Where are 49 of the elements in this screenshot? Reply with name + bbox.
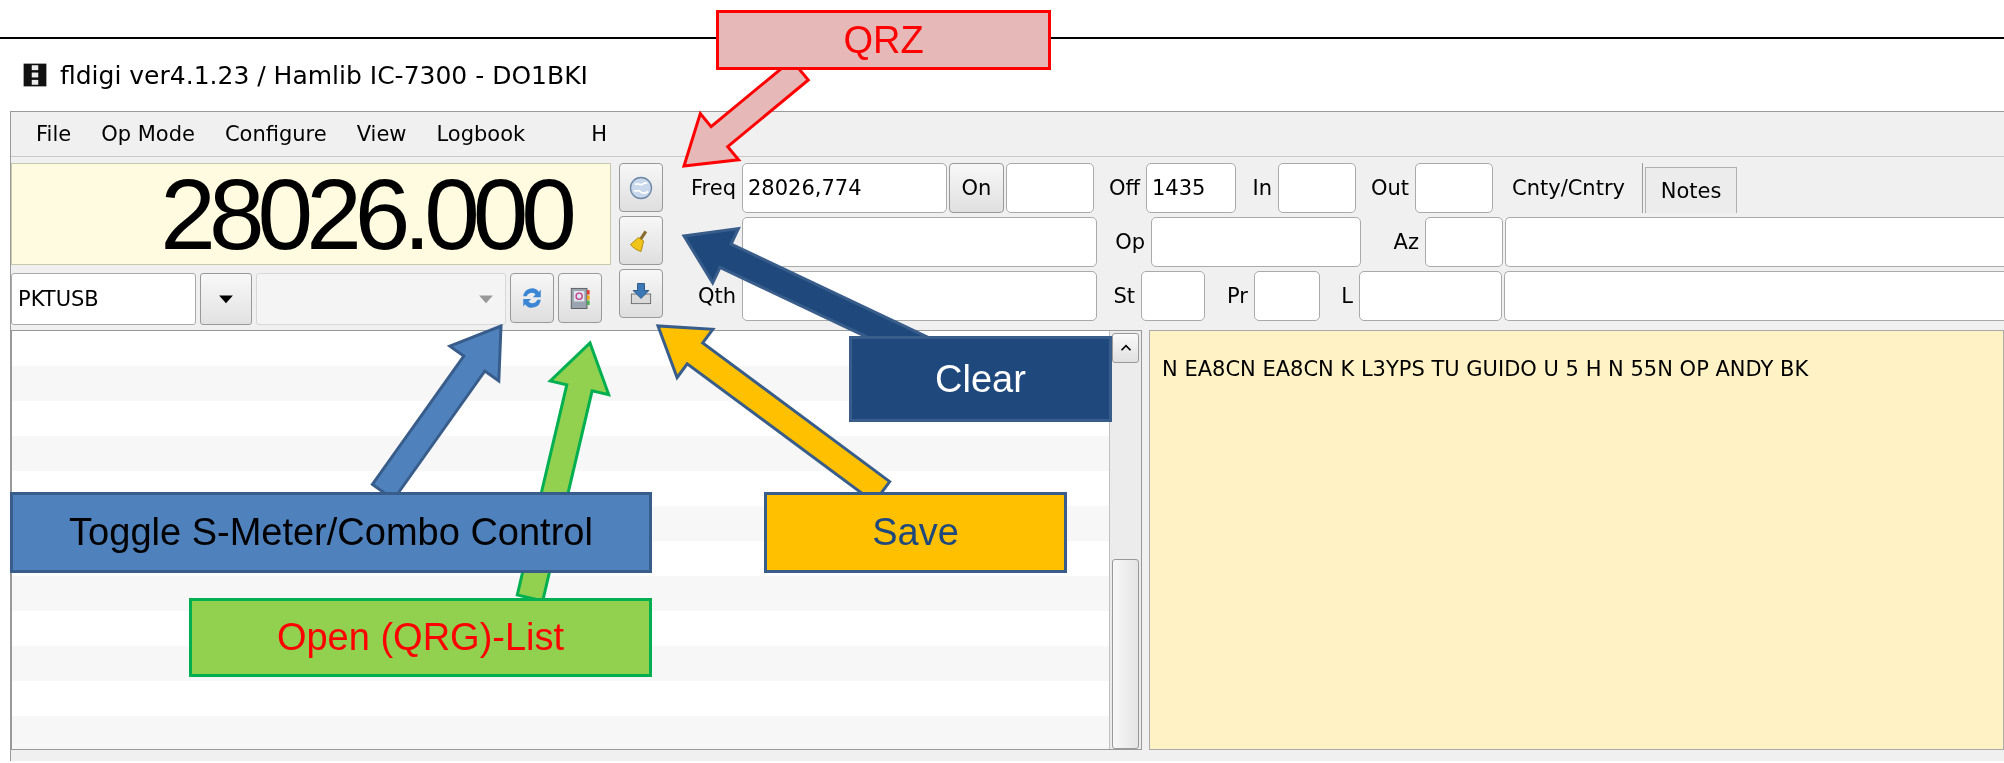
callout: Save [764,492,1067,573]
field-label: L [1340,283,1354,310]
menu-item[interactable]: H [576,122,623,146]
input-field[interactable] [1254,271,1320,321]
callout: Clear [849,336,1112,422]
scrollbar[interactable] [1109,331,1141,749]
input-field[interactable] [1415,163,1493,213]
field-label: Freq [690,175,737,202]
menu-item[interactable]: Logbook [421,122,541,146]
callout: Toggle S-Meter/Combo Control [10,492,652,573]
scroll-up-button[interactable] [1112,333,1139,363]
mode-select[interactable]: PKTUSB [11,273,196,325]
clear-button[interactable] [619,216,663,265]
field-label: Op [1114,229,1146,256]
frequency-display[interactable]: 28026.000 [11,163,611,265]
window-title: fldigi ver4.1.23 / Hamlib IC-7300 - DO1BKI [60,60,588,90]
field-label: In [1251,175,1273,202]
input-field[interactable] [1504,271,2004,321]
input-field[interactable] [1505,217,2004,267]
toggle-button[interactable]: On [949,163,1004,213]
callout: QRZ [716,10,1051,70]
received-text: N EA8CN EA8CN K L3YPS TU GUIDO U 5 H N 55N OP ANDY BK [1162,357,1810,381]
input-field[interactable] [1359,271,1502,321]
input-field[interactable] [742,217,1097,267]
input-field[interactable]: 28026,774 [742,163,947,213]
scroll-thumb[interactable] [1112,559,1139,749]
dropdown-button[interactable] [200,273,252,325]
list-button[interactable] [558,273,602,323]
qrz-button[interactable] [619,163,663,212]
input-field[interactable] [1141,271,1205,321]
field-label: Az [1392,229,1420,256]
toggle-meter-button[interactable] [510,273,554,323]
field-label: St [1112,283,1136,310]
field-label: Out [1369,175,1410,202]
callout: Open (QRG)-List [189,598,652,677]
save-button[interactable] [619,269,663,318]
input-field[interactable] [1151,217,1361,267]
input-field[interactable] [1425,217,1503,267]
input-field[interactable] [1006,163,1094,213]
input-field[interactable]: 1435 [1146,163,1236,213]
field-label: Qth [696,283,737,310]
tab[interactable]: Notes [1645,167,1737,213]
field-label: Off [1108,175,1142,202]
field-label: Pr [1226,283,1249,310]
menu-item[interactable]: View [341,122,422,146]
input-field[interactable] [1278,163,1356,213]
menu-item[interactable]: File [21,122,87,146]
menu-item[interactable]: Configure [209,122,342,146]
menu-item[interactable]: Op Mode [86,122,210,146]
